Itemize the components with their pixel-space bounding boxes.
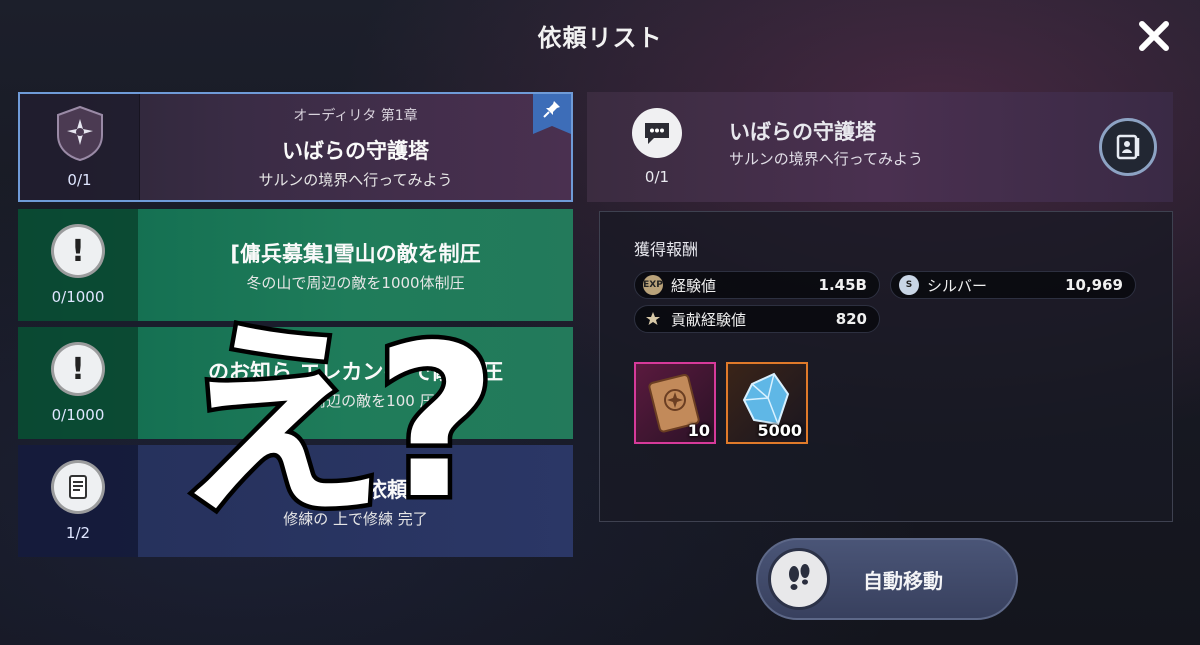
item-count: 5000 — [757, 421, 802, 440]
detail-title: いばらの守護塔 — [729, 120, 876, 144]
quest-subtitle: サルンの境界へ行ってみよう — [258, 170, 453, 189]
chat-bubble-icon — [632, 108, 682, 158]
quest-status: 0/1 — [20, 94, 140, 200]
close-button[interactable] — [1134, 16, 1174, 56]
quest-subtitle: 修練の 上で修練 完了 — [283, 509, 428, 528]
quest-log-button[interactable] — [1099, 118, 1157, 176]
silver-coin-icon: S — [899, 275, 919, 295]
book-icon — [1116, 134, 1140, 160]
close-icon — [1139, 21, 1169, 51]
reward-value: 1.45B — [818, 276, 867, 294]
reward-item-scroll[interactable]: 10 — [634, 362, 716, 444]
exclamation-icon: ! — [51, 224, 105, 278]
quest-progress: 1/2 — [65, 524, 91, 542]
quest-item-notice[interactable]: ! 0/1000 のお知ら エレカンの で敵 制圧 シ で周辺の敵を100 圧 — [18, 327, 573, 439]
quest-title: のお知ら エレカンの で敵 制圧 — [208, 359, 503, 384]
detail-progress: 0/1 — [644, 168, 670, 186]
contribution-icon — [643, 309, 663, 329]
quest-chapter: オーディリタ 第1章 — [293, 107, 418, 124]
quest-progress: 0/1000 — [51, 288, 105, 306]
title-bar: 依頼リスト — [0, 0, 1200, 70]
exclamation-icon: ! — [51, 342, 105, 396]
quest-subtitle: 冬の山で周辺の敵を1000体制圧 — [246, 273, 465, 292]
exp-coin-icon: EXP — [643, 275, 663, 295]
pin-icon — [543, 101, 560, 118]
quest-detail-header: 0/1 いばらの守護塔 サルンの境界へ行ってみよう — [587, 92, 1173, 202]
quest-status: ! 0/1000 — [18, 209, 138, 321]
auto-move-button[interactable]: 自動移動 — [756, 538, 1018, 620]
quest-title: いばらの守護塔 — [282, 138, 429, 163]
quest-item-sworn-brothers[interactable]: 1/2 義兄弟依頼 修練の 上で修練 完了 — [18, 445, 573, 557]
reward-name: シルバー — [927, 276, 988, 295]
page-title: 依頼リスト — [537, 23, 663, 52]
quest-status: ! 0/1000 — [18, 327, 138, 439]
quest-progress: 0/1000 — [51, 406, 105, 424]
reward-silver: S シルバー 10,969 — [890, 271, 1136, 299]
reward-name: 貢献経験値 — [671, 310, 747, 329]
reward-item-crystal[interactable]: 5000 — [726, 362, 808, 444]
quest-subtitle: シ で周辺の敵を100 圧 — [276, 391, 435, 410]
quest-title: 義兄弟依頼 — [303, 477, 408, 502]
item-count: 10 — [687, 421, 710, 440]
reward-name: 経験値 — [671, 276, 717, 295]
reward-value: 820 — [835, 310, 867, 328]
quest-title: [傭兵募集]雪山の敵を制圧 — [230, 241, 481, 266]
quest-item-mercenary[interactable]: ! 0/1000 [傭兵募集]雪山の敵を制圧 冬の山で周辺の敵を1000体制圧 — [18, 209, 573, 321]
rewards-label: 獲得報酬 — [634, 240, 699, 259]
reward-value: 10,969 — [1065, 276, 1123, 294]
quest-status: 1/2 — [18, 445, 138, 557]
scroll-icon — [51, 460, 105, 514]
detail-subtitle: サルンの境界へ行ってみよう — [729, 150, 923, 168]
auto-move-label: 自動移動 — [863, 568, 943, 593]
chapter-shield-icon — [56, 105, 103, 161]
quest-progress: 0/1 — [67, 171, 92, 189]
footprints-icon — [768, 548, 830, 610]
rewards-panel: 獲得報酬 EXP 経験値 1.45B S シルバー 10,969 貢献経験値 8… — [599, 211, 1173, 522]
reward-contribution: 貢献経験値 820 — [634, 305, 880, 333]
quest-item-main[interactable]: 0/1 オーディリタ 第1章 いばらの守護塔 サルンの境界へ行ってみよう — [18, 92, 573, 202]
reward-exp: EXP 経験値 1.45B — [634, 271, 880, 299]
